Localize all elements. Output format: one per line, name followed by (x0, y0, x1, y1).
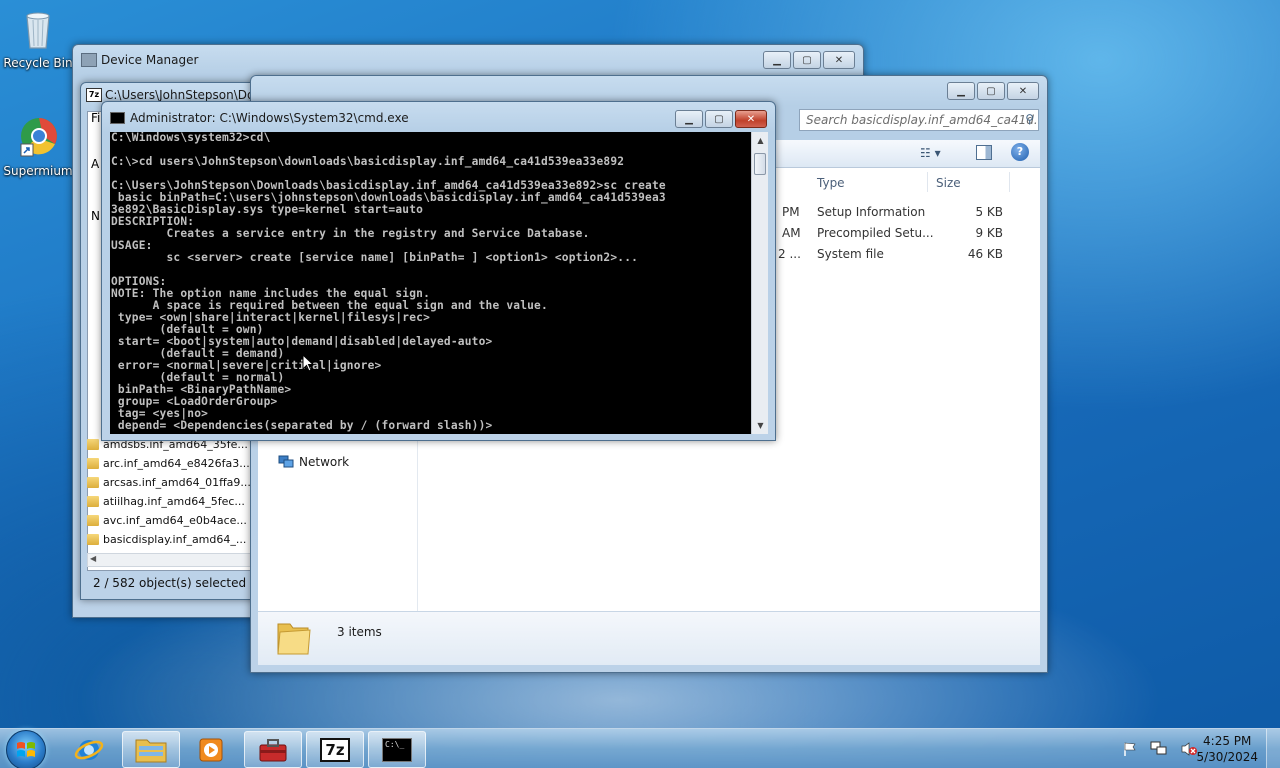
console-output[interactable]: C:\Windows\system32>cd\ C:\>cd users\Joh… (110, 132, 751, 434)
caption-buttons: ▁ ▢ ✕ (763, 51, 855, 69)
list-item[interactable]: avc.inf_amd64_e0b4ace... (87, 511, 253, 530)
network-icon (278, 455, 294, 468)
taskbar-toolbox-app[interactable] (244, 731, 302, 768)
window-title: C:\Users\JohnStepson\Dow (105, 88, 265, 102)
help-icon[interactable]: ? (1011, 143, 1029, 161)
taskbar-media-player[interactable] (182, 731, 240, 768)
internet-explorer-icon (74, 739, 104, 760)
minimize-button[interactable]: ▁ (947, 82, 975, 100)
close-button[interactable]: ✕ (1007, 82, 1039, 100)
clock-date: 5/30/2024 (1196, 750, 1258, 764)
folder-icon (87, 439, 99, 450)
list-item[interactable]: arc.inf_amd64_e8426fa3... (87, 454, 253, 473)
desktop-icon-label: Supermium (3, 164, 73, 178)
details-pane: 3 items (258, 611, 1040, 665)
menu-file[interactable]: Fi (91, 111, 100, 125)
caption-buttons: ▁ ▢ ✕ (675, 110, 767, 128)
column-divider (927, 172, 928, 192)
console-line: C:\>cd users\JohnStepson\downloads\basic… (111, 155, 625, 168)
taskbar-7zip[interactable]: 7z (306, 731, 364, 768)
volume-muted-icon[interactable] (1180, 741, 1198, 757)
maximize-button[interactable]: ▢ (793, 51, 821, 69)
item-count: 3 items (337, 625, 382, 639)
console-line: Creates a service entry in the registry … (111, 227, 590, 240)
window-title: Device Manager (101, 53, 199, 67)
column-header-size[interactable]: Size (936, 176, 961, 190)
recycle-bin-icon (15, 6, 61, 52)
minimize-button[interactable]: ▁ (763, 51, 791, 69)
list-item[interactable]: atiilhag.inf_amd64_5fec... (87, 492, 253, 511)
supermium-browser-icon (15, 114, 61, 160)
media-player-icon (199, 738, 223, 761)
toolbox-app-icon (259, 738, 287, 761)
search-icon: ⚲ (1025, 112, 1034, 126)
desktop-icon-recycle-bin[interactable]: Recycle Bin (0, 6, 76, 70)
menu-add[interactable]: A (91, 157, 99, 171)
scroll-up-icon[interactable]: ▲ (752, 132, 769, 149)
console-line: depend= <Dependencies(separated by / (fo… (111, 419, 493, 432)
scroll-down-icon[interactable]: ▼ (752, 417, 769, 434)
console-line: 3e892\BasicDisplay.sys type=kernel start… (111, 203, 424, 216)
folder-icon (87, 458, 99, 469)
show-desktop-button[interactable] (1266, 729, 1280, 768)
maximize-button[interactable]: ▢ (977, 82, 1005, 100)
taskbar: 7z C:\_ 4:25 PM 5/30/2024 (0, 728, 1280, 768)
windows-explorer-icon (135, 739, 167, 762)
cmd-icon: C:\_ (382, 737, 412, 762)
close-button[interactable]: ✕ (823, 51, 855, 69)
network-tray-icon[interactable] (1150, 741, 1168, 757)
folder-icon (87, 515, 99, 526)
minimize-button[interactable]: ▁ (675, 110, 703, 128)
taskbar-cmd[interactable]: C:\_ (368, 731, 426, 768)
7zip-icon: 7z (320, 737, 350, 762)
desktop-icon-label: Recycle Bin (3, 56, 73, 70)
cmd-window[interactable]: Administrator: C:\Windows\System32\cmd.e… (101, 101, 776, 441)
cmd-icon (110, 112, 125, 124)
scroll-thumb[interactable] (754, 153, 766, 175)
folder-icon (87, 534, 99, 545)
file-list: amdsbs.inf_amd64_35fe... arc.inf_amd64_e… (87, 435, 253, 567)
mouse-cursor-icon (302, 354, 314, 372)
folder-icon (87, 496, 99, 507)
taskbar-windows-explorer[interactable] (122, 731, 180, 768)
search-input[interactable]: Search basicdisplay.inf_amd64_ca41d... ⚲ (799, 109, 1039, 131)
system-tray (1122, 741, 1198, 757)
desktop-icon-supermium[interactable]: Supermium (0, 114, 76, 178)
console-line: C:\Windows\system32>cd\ (111, 132, 271, 144)
caption-buttons: ▁ ▢ ✕ (947, 82, 1039, 100)
taskbar-internet-explorer[interactable] (60, 731, 118, 768)
preview-pane-icon[interactable] (976, 145, 992, 160)
system-clock[interactable]: 4:25 PM 5/30/2024 (1196, 733, 1258, 765)
scroll-left-icon[interactable]: ◀ (90, 554, 96, 563)
folder-icon (87, 477, 99, 488)
device-manager-icon (81, 53, 97, 67)
view-options-icon[interactable]: ☷ ▾ (920, 146, 941, 160)
column-header-type[interactable]: Type (817, 176, 845, 190)
folder-large-icon (277, 623, 311, 655)
start-button[interactable] (6, 730, 46, 768)
horizontal-scrollbar[interactable]: ◀ (87, 553, 253, 567)
console-line: sc <server> create [service name] [binPa… (111, 251, 639, 264)
clock-time: 4:25 PM (1203, 734, 1252, 748)
nav-item-network[interactable]: Network (278, 455, 349, 469)
windows-logo-icon (17, 742, 35, 757)
column-divider (1009, 172, 1010, 192)
maximize-button[interactable]: ▢ (705, 110, 733, 128)
vertical-scrollbar[interactable]: ▲ ▼ (751, 132, 768, 434)
list-item[interactable]: arcsas.inf_amd64_01ffa9... (87, 473, 253, 492)
column-name[interactable]: N (91, 209, 100, 223)
close-button[interactable]: ✕ (735, 110, 767, 128)
status-bar: 2 / 582 object(s) selected (93, 576, 247, 590)
list-item[interactable]: basicdisplay.inf_amd64_... (87, 530, 253, 549)
action-center-flag-icon[interactable] (1122, 741, 1138, 757)
window-title: Administrator: C:\Windows\System32\cmd.e… (130, 111, 409, 125)
7zip-icon: 7z (86, 88, 102, 102)
